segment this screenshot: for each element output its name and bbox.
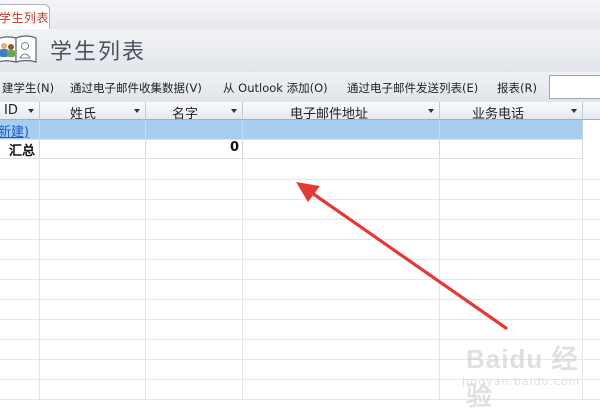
table-cell: 汇总 <box>0 140 40 159</box>
table-cell <box>440 140 583 159</box>
new-record-link[interactable]: 新建) <box>0 121 29 140</box>
tab-label: 学生列表 <box>0 11 50 25</box>
watermark-url: jingyan.baidu.com <box>462 375 581 388</box>
students-form-icon <box>0 35 37 63</box>
table-cell[interactable] <box>146 120 243 140</box>
baidu-watermark: Baidu 经验 jingyan.baidu.com <box>448 335 598 411</box>
new-student-button[interactable]: 建学生(N) <box>2 80 54 96</box>
form-title: 学生列表 <box>50 40 147 65</box>
table-cell[interactable] <box>40 120 146 140</box>
table-cell[interactable]: 新建) <box>0 120 40 140</box>
email-list-button[interactable]: 通过电子邮件发送列表(E) <box>347 80 478 96</box>
search-input[interactable] <box>549 75 600 99</box>
collect-email-data-button[interactable]: 通过电子邮件收集数据(V) <box>70 80 202 96</box>
column-header-filler <box>583 102 600 120</box>
dropdown-arrow-icon[interactable] <box>134 109 140 113</box>
table-cell[interactable]: 0 <box>146 140 243 159</box>
new-record-row[interactable]: 新建) <box>0 120 600 140</box>
dropdown-arrow-icon[interactable] <box>428 109 434 113</box>
total-value: 0 <box>229 140 239 155</box>
column-header-last-name[interactable]: 姓氏 <box>40 102 146 122</box>
dropdown-arrow-icon[interactable] <box>231 109 237 113</box>
add-from-outlook-button[interactable]: 从 Outlook 添加(O) <box>223 80 328 96</box>
total-label: 汇总 <box>8 144 35 159</box>
column-header-business-phone[interactable]: 业务电话 <box>440 102 583 122</box>
total-row: 汇总 0 <box>0 140 600 159</box>
table-cell <box>243 140 440 159</box>
table-cell[interactable] <box>440 120 583 140</box>
column-header-first-name[interactable]: 名字 <box>146 102 243 122</box>
reports-dropdown[interactable]: 报表(R) <box>497 80 537 96</box>
table-cell[interactable] <box>243 120 440 140</box>
column-header-email[interactable]: 电子邮件地址 <box>243 102 440 122</box>
dropdown-arrow-icon[interactable] <box>571 109 577 113</box>
tab-student-list[interactable]: 学生列表 <box>0 4 50 29</box>
form-header: 学生列表 <box>0 29 600 72</box>
command-bar: 建学生(N) 通过电子邮件收集数据(V) 从 Outlook 添加(O) 通过电… <box>0 72 600 103</box>
document-tab-strip: 学生列表 <box>0 0 600 30</box>
dropdown-arrow-icon[interactable] <box>28 109 34 113</box>
column-header-id[interactable]: ID <box>0 102 40 120</box>
table-cell <box>40 140 146 159</box>
column-header-label: ID <box>4 103 18 118</box>
